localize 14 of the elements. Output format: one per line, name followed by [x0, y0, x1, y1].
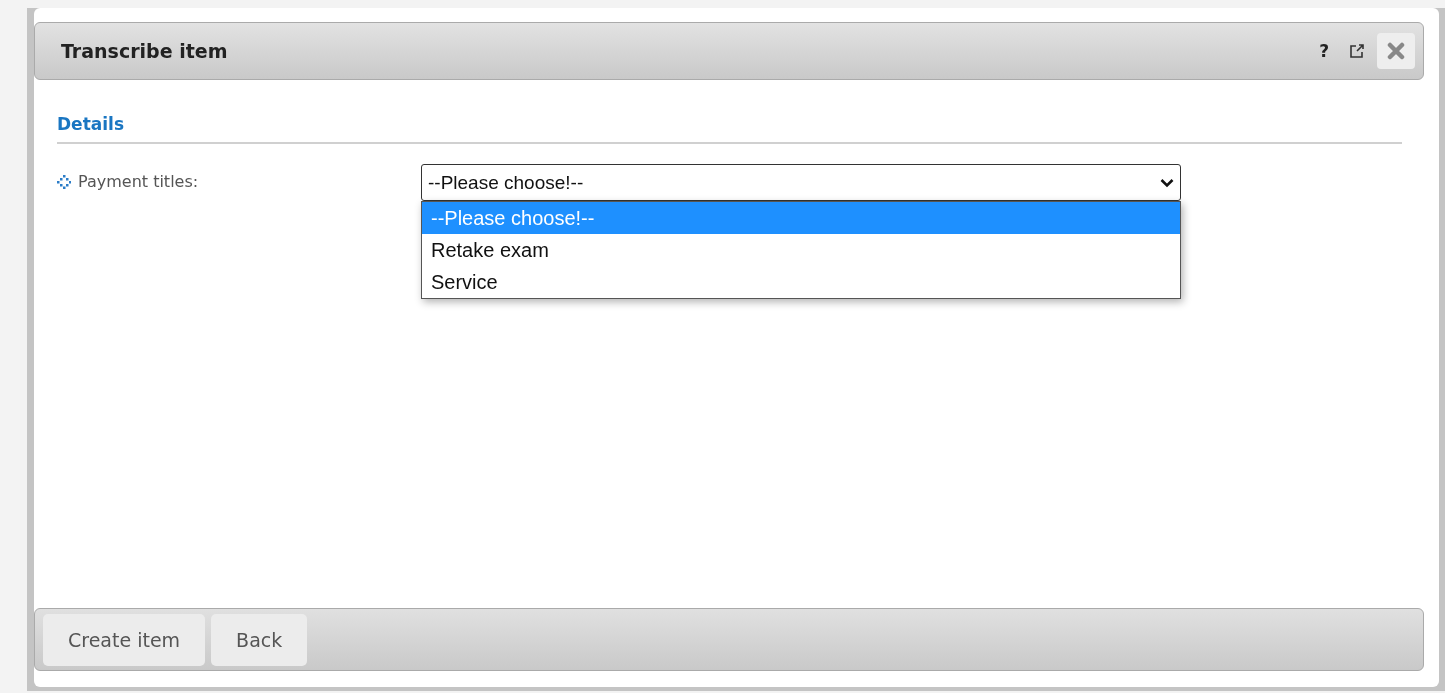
help-button[interactable]: ? [1311, 41, 1337, 61]
close-button[interactable] [1377, 33, 1415, 69]
chevron-down-icon [1160, 177, 1174, 188]
action-button[interactable]: Create item [43, 613, 206, 666]
payment-titles-dropdown[interactable]: --Please choose!-- [421, 164, 1181, 201]
close-icon [1387, 42, 1405, 60]
section-heading: Details [57, 114, 1402, 144]
dropdown-option[interactable]: Service [422, 266, 1180, 298]
popout-icon[interactable] [1349, 43, 1365, 59]
field-label: Payment titles: [78, 172, 199, 191]
required-marker-icon [57, 174, 71, 189]
dropdown-option[interactable]: Retake exam [422, 234, 1180, 266]
action-button[interactable]: Back [211, 613, 308, 666]
dialog-title: Transcribe item [61, 40, 229, 62]
